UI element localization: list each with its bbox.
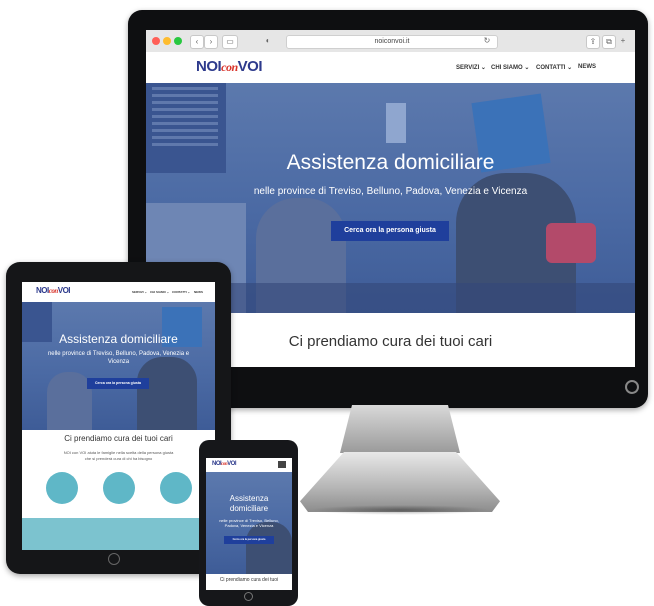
phone-home-icon[interactable] [244,592,253,601]
phone-hero-title-2: domiciliare [229,504,269,513]
reload-icon[interactable]: ↻ [482,35,492,47]
phone-hero-title-1: Assistenza [229,494,269,503]
car-service-icon[interactable] [160,472,192,504]
cta-button[interactable]: Cerca ora la persona giusta [331,221,449,241]
tablet-hero-caregiver [137,357,197,430]
tablet-hero-subtitle: nelle province di Treviso, Belluno, Pado… [47,351,190,365]
browser-toolbar: ‹ › ▭ ◐ noiconvoi.it ↻ ⇪ ⧉ + [146,30,635,53]
hero-poster-text-lines [152,87,218,147]
phone-header: NOIconVOI [206,458,292,472]
phone-section-title: Ci prendiamo cura dei tuoi [219,577,279,583]
minimize-window-dot[interactable] [163,37,171,45]
logo-voi: VOI [237,58,263,75]
tabs-icon[interactable]: ⧉ [602,35,616,49]
imac-stand-neck [340,405,460,453]
logo-noi: NOI [36,286,49,295]
tablet-logo[interactable]: NOIconVOI [36,286,71,295]
phone-hero: Assistenza domiciliare nelle province di… [206,472,292,574]
hero-red-bag [546,223,596,263]
url-text: noiconvoi.it [374,38,410,45]
privacy-icon[interactable]: ◐ [262,35,274,47]
nurse-service-icon[interactable] [103,472,135,504]
phone-hero-subtitle: nelle province di Treviso, Belluno, Pado… [219,518,279,528]
tablet-hero-title: Assistenza domiciliare [59,332,178,346]
hero-subtitle: nelle province di Treviso, Belluno, Pado… [253,186,528,197]
tablet-header: NOIconVOI SERVIZI ⌄ CHI SIAMO ⌄ CONTATTI… [22,282,215,302]
close-window-dot[interactable] [152,37,160,45]
tablet-section-title: Ci prendiamo cura dei tuoi cari [64,434,173,443]
power-icon[interactable] [625,380,639,394]
tablet-home-icon[interactable] [108,553,120,565]
site-logo[interactable]: NOIconVOI [196,58,263,75]
imac-stand-base [300,452,500,512]
tablet-intro-line2: che si prenderà cura di chi ha bisogno [84,456,153,461]
tablet-cta-button[interactable]: Cerca ora la persona giusta [87,378,149,389]
phone-logo[interactable]: NOIconVOI [212,461,237,467]
hero-frame [386,103,406,143]
tablet-nav-chi-siamo[interactable]: CHI SIAMO ⌄ [150,290,169,294]
logo-noi: NOI [196,58,222,75]
forward-arrow-icon[interactable]: › [204,35,218,49]
tablet-footer-band [22,518,215,550]
nav-servizi[interactable]: SERVIZI ⌄ [456,64,486,71]
tablet-nav-contatti[interactable]: CONTATTI ⌄ [172,290,190,294]
nav-news[interactable]: NEWS [578,64,596,70]
site-header: NOIconVOI SERVIZI ⌄ CHI SIAMO ⌄ CONTATTI… [146,52,635,83]
tablet-hero: Assistenza domiciliare nelle province di… [22,302,215,430]
logo-voi: VOI [57,286,71,295]
tablet-hero-woman [47,372,92,430]
menu-icon[interactable] [278,461,286,468]
hero-title: Assistenza domiciliare [286,151,495,174]
tablet-nav-news[interactable]: NEWS [194,290,203,294]
tablet-screen: NOIconVOI SERVIZI ⌄ CHI SIAMO ⌄ CONTATTI… [22,282,215,550]
address-bar[interactable]: noiconvoi.it [286,35,498,49]
phone-hero-caregiver [246,522,292,574]
logo-voi: VOI [227,461,237,467]
person-service-icon[interactable] [46,472,78,504]
nav-contatti[interactable]: CONTATTI ⌄ [536,64,572,71]
imac-shadow [310,505,490,515]
back-arrow-icon[interactable]: ‹ [190,35,204,49]
nav-chi-siamo[interactable]: CHI SIAMO ⌄ [491,64,529,71]
add-tab-icon[interactable]: + [618,35,628,47]
share-icon[interactable]: ⇪ [586,35,600,49]
phone-cta-button[interactable]: Cerca ora la persona giusta [224,536,274,544]
logo-con: con [221,60,238,74]
tablet-nav-servizi[interactable]: SERVIZI ⌄ [132,290,147,294]
logo-con: con [48,287,59,295]
logo-noi: NOI [212,461,222,467]
tablet-intro-line1: NOI con VOI aiuta le famiglie nella scel… [63,450,174,455]
sidebar-icon[interactable]: ▭ [222,35,238,49]
maximize-window-dot[interactable] [174,37,182,45]
phone-screen: NOIconVOI Assistenza domiciliare nelle p… [206,458,292,590]
